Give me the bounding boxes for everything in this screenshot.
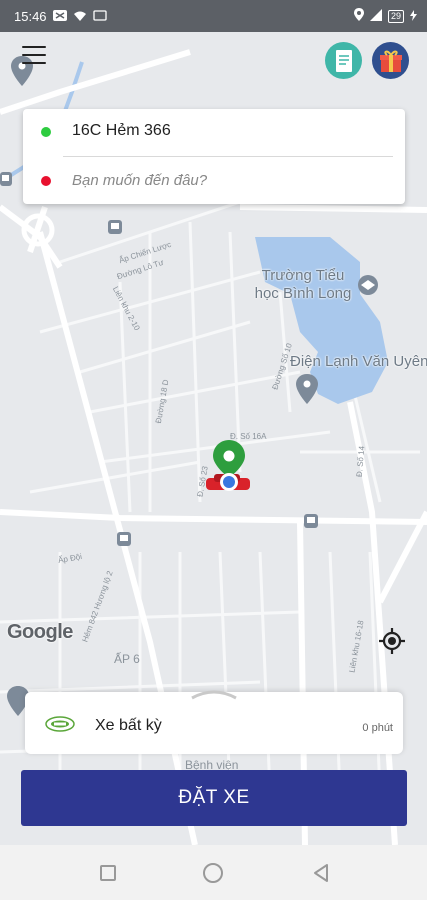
status-bar: 15:46 29 xyxy=(0,0,427,32)
book-ride-button[interactable]: ĐẶT XE xyxy=(21,770,407,826)
route-search-card: 16C Hẻm 366 Bạn muốn đến đâu? xyxy=(23,109,405,204)
notification-icon xyxy=(52,9,67,24)
street-label: Đ. Số 16A xyxy=(230,432,267,441)
cast-icon xyxy=(92,9,107,24)
status-time: 15:46 xyxy=(14,8,47,24)
signal-icon xyxy=(369,8,382,24)
vehicle-type-selector[interactable]: Xe bất kỳ 0 phút xyxy=(25,690,403,754)
vehicle-logo-icon xyxy=(45,716,75,732)
recents-button[interactable] xyxy=(97,862,119,884)
wifi-icon xyxy=(73,9,87,24)
place-label-school: Trường Tiểu học Bình Long xyxy=(254,267,352,302)
system-nav-bar xyxy=(0,845,427,900)
vehicle-type-name: Xe bất kỳ xyxy=(95,717,162,734)
my-location-button[interactable] xyxy=(378,627,406,655)
home-button[interactable] xyxy=(202,862,224,884)
drag-handle-icon[interactable] xyxy=(190,686,238,700)
trip-history-button[interactable] xyxy=(325,42,362,79)
place-label-electric: Điện Lạnh Văn Uyên xyxy=(290,353,427,370)
hamburger-icon xyxy=(22,46,46,48)
promotions-button[interactable] xyxy=(372,42,409,79)
charging-icon xyxy=(410,9,417,24)
street-label: ẤP 6 xyxy=(114,652,140,666)
vehicle-eta: 0 phút xyxy=(362,722,393,734)
pickup-address: 16C Hẻm 366 xyxy=(72,122,171,139)
google-attribution: Google xyxy=(7,621,73,643)
destination-field[interactable]: Bạn muốn đến đâu? xyxy=(23,158,405,204)
location-status-icon xyxy=(353,8,364,24)
destination-placeholder: Bạn muốn đến đâu? xyxy=(72,172,208,189)
divider xyxy=(63,156,393,157)
pickup-field[interactable]: 16C Hẻm 366 xyxy=(23,109,405,155)
back-button[interactable] xyxy=(310,862,332,884)
pickup-dot-icon xyxy=(41,127,51,137)
user-location-dot xyxy=(223,476,235,488)
crosshair-icon xyxy=(379,628,405,654)
gift-icon xyxy=(379,50,402,72)
receipt-icon xyxy=(335,49,352,72)
battery-icon: 29 xyxy=(387,9,404,23)
destination-dot-icon xyxy=(41,176,51,186)
menu-button[interactable] xyxy=(22,46,46,66)
